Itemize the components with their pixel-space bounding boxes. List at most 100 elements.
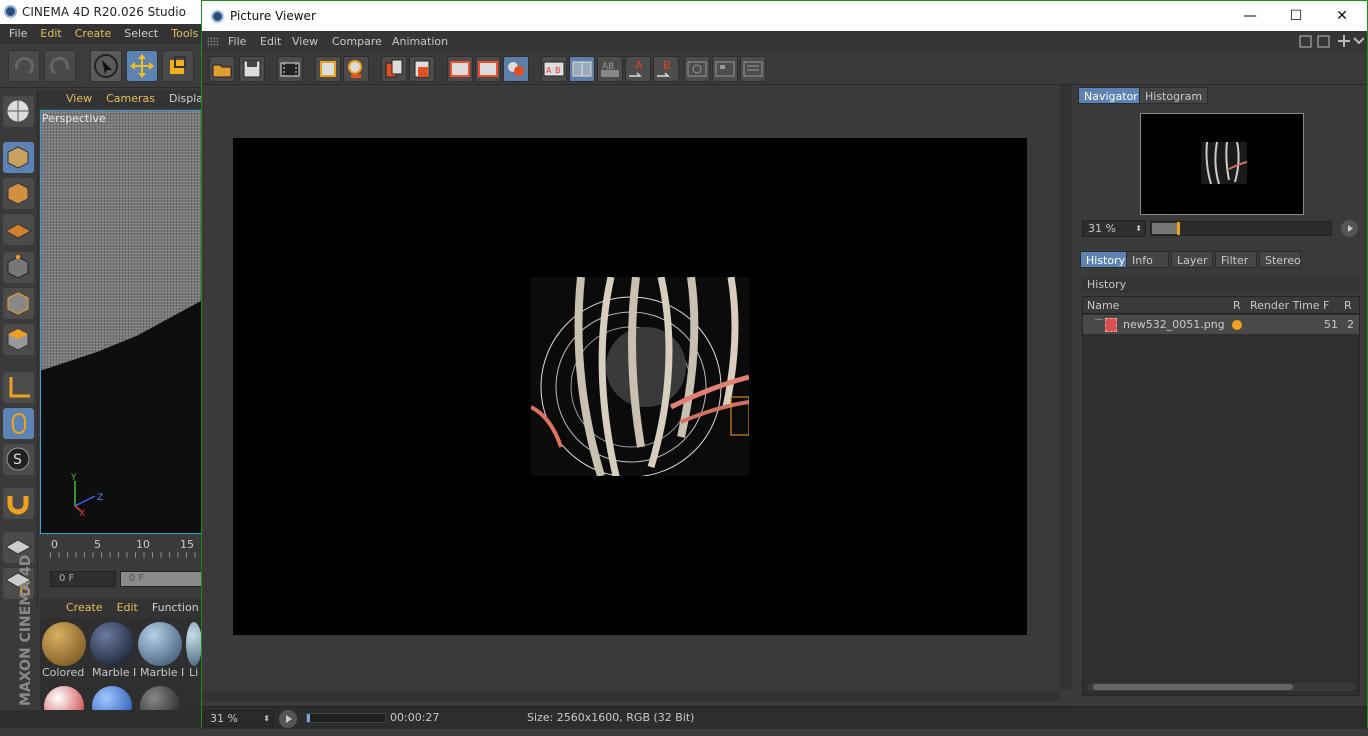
collapse-icon[interactable] (1353, 37, 1364, 45)
save-button[interactable] (239, 56, 265, 82)
search-button[interactable] (343, 56, 369, 82)
c4d-menu-select[interactable]: Select (124, 27, 158, 40)
copy-button[interactable] (381, 56, 407, 82)
tool-polygons-button[interactable] (3, 324, 34, 355)
tool-tweak-button[interactable] (3, 408, 34, 439)
navigator-preview[interactable] (1140, 113, 1304, 215)
nav-zoom-menu-button[interactable] (1341, 220, 1358, 237)
material-menu-edit[interactable]: Edit (117, 601, 138, 614)
viewport-menu-cameras[interactable]: Cameras (106, 92, 155, 105)
c4d-menu-create[interactable]: Create (75, 27, 112, 40)
tab-stereo[interactable]: Stereo (1259, 251, 1301, 268)
col-r[interactable]: R (1233, 297, 1241, 314)
tab-filter[interactable]: Filter (1215, 251, 1257, 268)
layout-icon[interactable] (1299, 35, 1312, 48)
maximize-button[interactable]: ☐ (1273, 1, 1319, 31)
viewport-perspective[interactable]: Y Z X (40, 110, 202, 534)
set-b-button[interactable]: B (653, 56, 679, 82)
material-swatch[interactable] (90, 622, 134, 666)
ab-diff-button[interactable]: AB (597, 56, 623, 82)
c4d-menu-file[interactable]: File (9, 27, 27, 40)
c4d-menu-edit[interactable]: Edit (40, 27, 61, 40)
layer-3-button[interactable] (740, 56, 766, 82)
tool-snap-button[interactable] (3, 488, 34, 519)
pv-menu-file[interactable]: File (228, 31, 246, 53)
material-menu-function[interactable]: Function (152, 601, 199, 614)
current-frame-field[interactable]: 0 F (50, 571, 116, 587)
select-tool-button[interactable] (90, 50, 122, 82)
redo-button[interactable] (44, 50, 76, 82)
table-row[interactable]: new532_0051.png 51 2 (1083, 315, 1359, 334)
close-button[interactable]: ✕ (1319, 1, 1365, 31)
material-swatch[interactable] (186, 622, 202, 666)
move-panel-icon[interactable] (1338, 35, 1350, 47)
move-tool-button[interactable] (126, 50, 158, 82)
viewport-menu-view[interactable]: View (66, 92, 92, 105)
pv-menu-view[interactable]: View (292, 31, 318, 53)
history-scroll-thumb[interactable] (1093, 684, 1293, 690)
tool-texture-button[interactable] (3, 178, 34, 209)
expand-icon[interactable] (1317, 35, 1330, 48)
tab-info[interactable]: Info (1126, 251, 1169, 268)
nav-zoom-slider-handle[interactable] (1177, 222, 1180, 235)
frame-range-field[interactable]: 0 F (120, 571, 202, 587)
pv-menu-edit[interactable]: Edit (260, 31, 281, 53)
tool-axis-button[interactable] (3, 372, 34, 403)
tool-globe-button[interactable] (3, 96, 34, 127)
open-button[interactable] (209, 56, 235, 82)
tab-layer[interactable]: Layer (1171, 251, 1213, 268)
display-a-button[interactable] (447, 56, 473, 82)
ab-split-button[interactable] (569, 56, 595, 82)
col-f[interactable]: F (1323, 297, 1329, 314)
tool-model-button[interactable] (3, 142, 34, 173)
paste-button[interactable] (409, 56, 435, 82)
material-menu-create[interactable]: Create (66, 601, 103, 614)
save-icon (243, 60, 261, 78)
set-a-button[interactable]: A (625, 56, 651, 82)
current-frame-value: 0 F (59, 573, 75, 584)
svg-text:B: B (663, 59, 671, 72)
c4d-menu-tools[interactable]: Tools (171, 27, 198, 40)
canvas-horizontal-scrollbar[interactable] (202, 691, 1060, 701)
col-name[interactable]: Name (1087, 297, 1119, 314)
timeline-ticks (50, 552, 200, 558)
layer-1-button[interactable] (684, 56, 710, 82)
col-render-time[interactable]: Render Time (1250, 297, 1320, 314)
status-zoom-field[interactable]: 31 % ⬍ (204, 710, 274, 727)
tool-snap-s-button[interactable]: S (3, 444, 34, 475)
mouse-icon (12, 413, 26, 434)
layer-2-button[interactable] (712, 56, 738, 82)
pv-menu-compare[interactable]: Compare (332, 31, 382, 53)
material-swatch[interactable] (42, 622, 86, 666)
nav-zoom-slider[interactable] (1150, 221, 1332, 236)
col-r2[interactable]: R (1344, 297, 1352, 314)
undo-button[interactable] (8, 50, 40, 82)
canvas-vertical-scrollbar[interactable] (1060, 85, 1072, 689)
display-b-button[interactable] (475, 56, 501, 82)
globe-icon (6, 99, 30, 123)
tool-points-button[interactable] (3, 252, 34, 283)
pv-menu-animation[interactable]: Animation (392, 31, 448, 53)
tool-edges-button[interactable] (3, 288, 34, 319)
tab-history[interactable]: History (1080, 251, 1132, 268)
image-canvas[interactable] (202, 85, 1062, 693)
tool-workplane-button[interactable] (3, 214, 34, 245)
tree-line-icon (1095, 319, 1103, 320)
tab-histogram[interactable]: Histogram (1139, 87, 1209, 104)
minimize-button[interactable]: — (1227, 1, 1273, 31)
ab-compare-button[interactable]: AB (541, 56, 567, 82)
status-play-button[interactable] (279, 710, 297, 728)
c4d-toolbar (0, 44, 205, 88)
timeline-ruler[interactable]: 0 5 10 15 (40, 536, 202, 564)
tab-navigator[interactable]: Navigator (1078, 87, 1144, 104)
scale-tool-button[interactable] (162, 50, 194, 82)
region-button[interactable] (315, 56, 341, 82)
render-button[interactable] (277, 56, 303, 82)
material-swatch[interactable] (138, 622, 182, 666)
ab-compare-icon: AB (543, 61, 565, 77)
render-time: 00:00:27 (390, 711, 440, 724)
history-horizontal-scrollbar[interactable] (1087, 683, 1355, 691)
display-c-button[interactable] (503, 56, 529, 82)
svg-text:B: B (555, 66, 561, 75)
nav-zoom-field[interactable]: 31 % ⬍ (1082, 220, 1146, 237)
